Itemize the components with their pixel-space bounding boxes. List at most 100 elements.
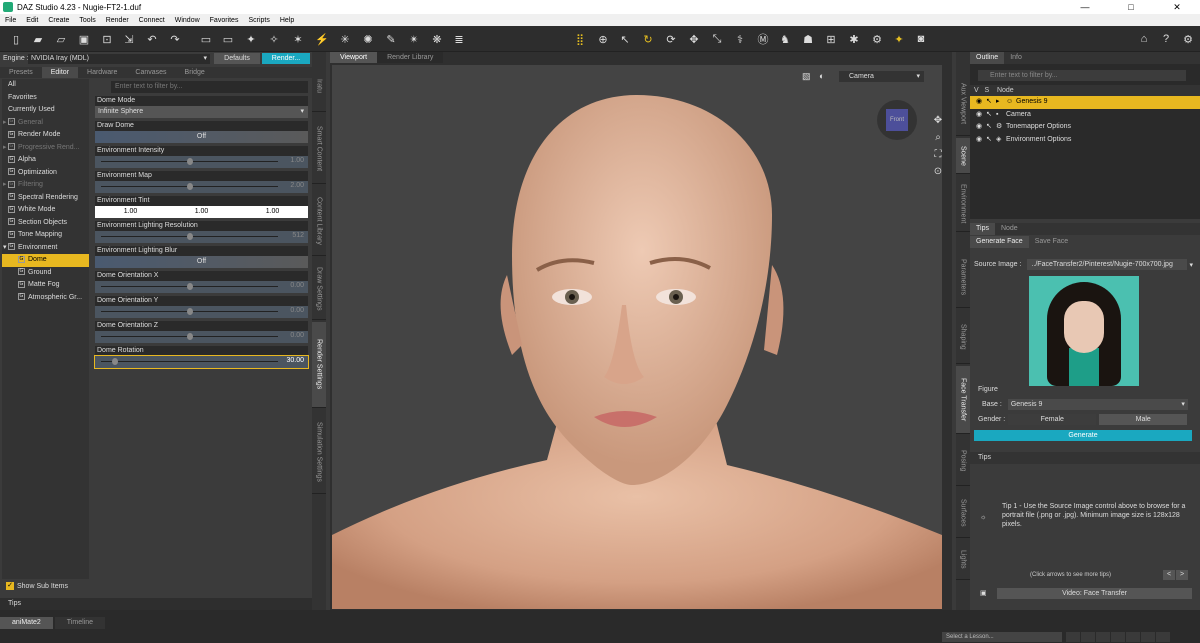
lesson-last-icon[interactable]	[1126, 632, 1140, 642]
frame-icon[interactable]: ⛶	[932, 149, 942, 166]
redo-icon[interactable]: ↷	[167, 31, 183, 47]
lesson-play-icon[interactable]	[1096, 632, 1110, 642]
vtab-scene[interactable]: Scene	[956, 138, 970, 174]
tool-circle-icon[interactable]: ✺	[360, 31, 376, 47]
gender-male-button[interactable]: Male	[1099, 414, 1188, 425]
export-icon[interactable]: ⇲	[121, 31, 137, 47]
category-item[interactable]: ▸ G Filtering	[2, 179, 89, 192]
dome-orientation-z-slider[interactable]: 0.00	[95, 331, 308, 343]
scene-node-camera[interactable]: ◉ ↖ ▪ Camera	[970, 109, 1200, 122]
menu-tools[interactable]: Tools	[74, 17, 100, 24]
slider-knob[interactable]	[186, 333, 193, 340]
menu-edit[interactable]: Edit	[21, 17, 43, 24]
dome-mode-select[interactable]: Infinite Sphere ▾	[95, 106, 308, 118]
defaults-button[interactable]: Defaults	[214, 53, 260, 64]
lock-tool-icon[interactable]: ✦	[891, 31, 907, 47]
category-item[interactable]: G Spectral Rendering	[2, 192, 89, 205]
category-item[interactable]: ▸ G General	[2, 117, 89, 130]
category-item[interactable]: Favorites	[2, 92, 89, 105]
slider-knob[interactable]	[186, 183, 193, 190]
reset-view-icon[interactable]: ⊙	[932, 166, 942, 183]
tip-prev-button[interactable]: <	[1163, 570, 1175, 580]
cursor-icon[interactable]: ↖	[986, 109, 996, 122]
viewport-menu-icon[interactable]: ▧	[802, 71, 811, 82]
left-tips-tab[interactable]: Tips	[0, 598, 312, 610]
show-sub-items[interactable]: ✓ Show Sub Items	[6, 582, 68, 590]
vtab-iratu[interactable]: Iratu	[312, 62, 326, 112]
vtab-environment[interactable]: Environment	[956, 176, 970, 232]
tool-list-icon[interactable]: ≣	[451, 31, 467, 47]
tab-render-library[interactable]: Render Library	[377, 52, 444, 63]
lesson-first-icon[interactable]	[1066, 632, 1080, 642]
slider-knob[interactable]	[186, 233, 193, 240]
dome-orientation-y-slider[interactable]: 0.00	[95, 306, 308, 318]
lesson-close-icon[interactable]	[1156, 632, 1170, 642]
lesson-select[interactable]: Select a Lesson...	[942, 632, 1062, 642]
tab-node[interactable]: Node	[995, 223, 1024, 235]
vtab-aux-viewport[interactable]: Aux Viewport	[956, 72, 970, 136]
gender-female-button[interactable]: Female	[1008, 414, 1097, 425]
tab-viewport[interactable]: Viewport	[330, 52, 378, 63]
vtab-smart-content[interactable]: Smart Content	[312, 114, 326, 184]
category-item[interactable]: ▾ G Environment	[2, 242, 89, 255]
lesson-stop-icon[interactable]	[1141, 632, 1155, 642]
node-selection-icon[interactable]: ⣿	[572, 31, 588, 47]
vtab-simulation-settings[interactable]: Simulation Settings	[312, 410, 326, 494]
cursor-icon[interactable]: ↖	[986, 121, 996, 134]
vtab-parameters[interactable]: Parameters	[956, 248, 970, 308]
scene-node-genesis-9[interactable]: ◉ ↖ ▸ ☺ Genesis 9	[970, 96, 1200, 109]
lesson-prev-icon[interactable]	[1081, 632, 1095, 642]
expand-arrow-icon[interactable]: ▸	[996, 96, 1006, 109]
navcube-front[interactable]: Front	[886, 109, 908, 131]
render-icon[interactable]: ✦	[243, 31, 259, 47]
tab-info[interactable]: Info	[1004, 52, 1028, 64]
active-pose-icon[interactable]: ✱	[846, 31, 862, 47]
scene-node-tonemapper[interactable]: ◉ ↖ ⚙ Tonemapper Options	[970, 121, 1200, 134]
checkbox-icon[interactable]: ✓	[6, 582, 14, 590]
tab-presets[interactable]: Presets	[0, 67, 42, 78]
slider-knob[interactable]	[186, 308, 193, 315]
generate-button[interactable]: Generate	[974, 430, 1192, 441]
spotlight-icon[interactable]: ✧	[266, 31, 282, 47]
tab-tips[interactable]: Tips	[970, 223, 995, 235]
source-image-select[interactable]: ../FaceTransfer2/Pinterest/Nugie-700x700…	[1027, 259, 1188, 270]
tool-wand-icon[interactable]: ⚡	[314, 31, 330, 47]
window-layout-icon[interactable]: ▭	[198, 31, 214, 47]
camera-select[interactable]: Camera ▾	[839, 71, 924, 82]
node-weight-icon[interactable]: ⚙	[869, 31, 885, 47]
merge-icon[interactable]: ▱	[53, 31, 69, 47]
tab-animate2[interactable]: aniMate2	[0, 617, 53, 629]
eye-icon[interactable]: ◉	[976, 121, 986, 134]
joint-editor-icon[interactable]: ⚕	[732, 31, 748, 47]
zoom-icon[interactable]: ⌕	[932, 132, 942, 149]
lighting-resolution-slider[interactable]: 512	[95, 231, 308, 243]
eye-icon[interactable]: ◉	[976, 134, 986, 147]
category-item[interactable]: ▸ G Progressive Rend...	[2, 142, 89, 155]
environment-intensity-slider[interactable]: 1.00	[95, 156, 308, 168]
vtab-surfaces[interactable]: Surfaces	[956, 488, 970, 538]
camera-icon[interactable]: ◙	[913, 31, 929, 47]
maximize-button[interactable]: □	[1108, 0, 1154, 14]
category-item[interactable]: G Atmospheric Gr...	[2, 292, 89, 305]
tips-title[interactable]: Tips	[970, 452, 1200, 464]
vtab-shaping[interactable]: Shaping	[956, 310, 970, 364]
slider-knob[interactable]	[112, 358, 119, 365]
category-item[interactable]: G Section Objects	[2, 217, 89, 230]
tab-save-face[interactable]: Save Face	[1029, 236, 1074, 248]
category-item[interactable]: G White Mode	[2, 204, 89, 217]
lesson-next-icon[interactable]	[1111, 632, 1125, 642]
tab-generate-face[interactable]: Generate Face	[970, 236, 1029, 248]
tool-dots-icon[interactable]: ❋	[429, 31, 445, 47]
scale-tool-icon[interactable]: ⤡	[709, 31, 725, 47]
scene-node-environment[interactable]: ◉ ↖ ◈ Environment Options	[970, 134, 1200, 147]
menu-window[interactable]: Window	[170, 17, 205, 24]
menu-connect[interactable]: Connect	[134, 17, 170, 24]
move-tool-icon[interactable]: ✥	[686, 31, 702, 47]
category-item[interactable]: All	[2, 79, 89, 92]
tab-bridge[interactable]: Bridge	[176, 67, 214, 78]
tool-pin-icon[interactable]: ✎	[383, 31, 399, 47]
base-select[interactable]: Genesis 9 ▾	[1007, 399, 1188, 410]
property-filter-input[interactable]: Enter text to filter by...	[111, 81, 308, 93]
vtab-lights[interactable]: Lights	[956, 540, 970, 580]
category-item[interactable]: G Optimization	[2, 167, 89, 180]
